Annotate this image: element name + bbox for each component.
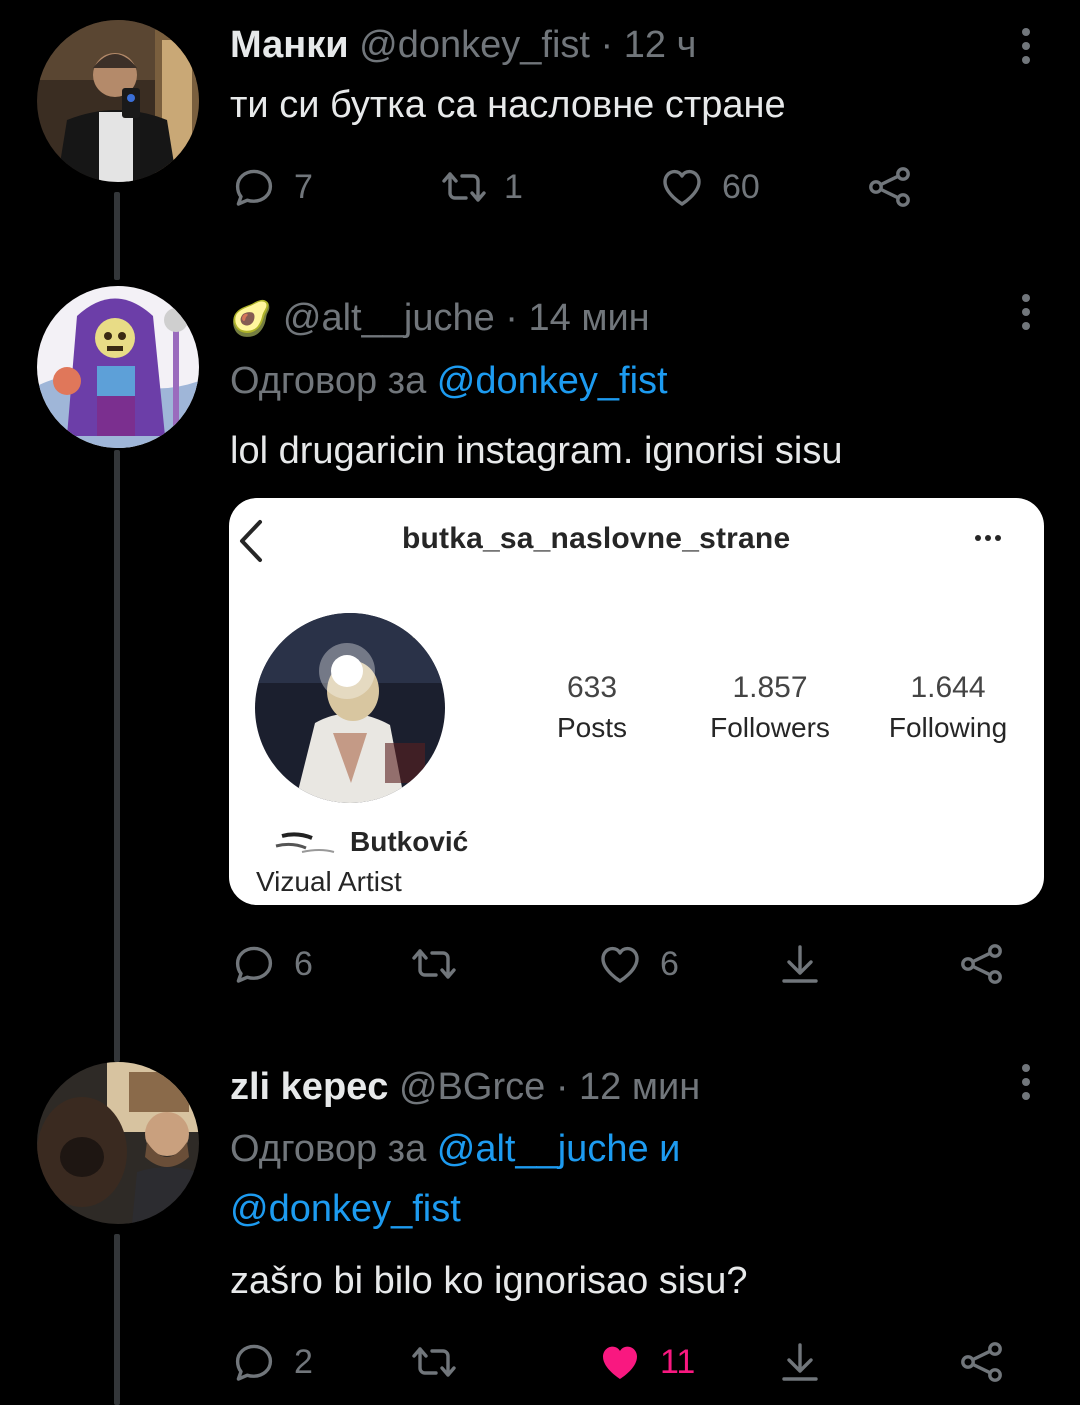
action-bar: 7 1 60 [230, 163, 1030, 215]
thread-line [114, 1234, 120, 1405]
like-icon [596, 940, 644, 988]
reply-count: 7 [294, 167, 313, 206]
share-icon [866, 163, 914, 211]
reply-count: 2 [294, 1342, 313, 1381]
bookmark-button[interactable] [776, 940, 824, 988]
avatar[interactable] [37, 1062, 199, 1224]
more-icon[interactable] [1020, 294, 1032, 330]
bookmark-icon [776, 1338, 824, 1386]
reply-context: Одговор за @donkey_fist [230, 358, 668, 404]
ig-following-stat: 1.644 Following [868, 668, 1028, 748]
ig-followers-value: 1.857 [732, 671, 808, 704]
mention-link[interactable]: @donkey_fist [437, 360, 668, 402]
mention-link[interactable]: @donkey_fist [230, 1188, 461, 1230]
reply-prefix: Одговор за [230, 1128, 427, 1170]
more-icon[interactable] [1020, 1064, 1032, 1100]
like-icon [658, 163, 706, 211]
reply-button[interactable]: 2 [230, 1338, 313, 1386]
reply-context: Одговор за @alt__juche и [230, 1126, 680, 1172]
ig-posts-stat: 633 Posts [540, 668, 644, 748]
ig-username: butka_sa_naslovne_strane [402, 522, 791, 555]
handle[interactable]: @donkey_fist [359, 24, 590, 66]
reply-prefix: Одговор за [230, 360, 427, 402]
handle[interactable]: @BGrce [399, 1066, 545, 1108]
reply-button[interactable]: 7 [230, 163, 313, 211]
avocado-emoji: 🥑 [230, 300, 273, 338]
thread-line [114, 450, 120, 1062]
ig-profile-photo [255, 613, 445, 803]
action-bar: 6 6 [230, 940, 1030, 992]
ig-display-name: Butković [350, 826, 469, 857]
tweet-header: 🥑 @alt__juche · 14 мин [230, 295, 650, 342]
reply-icon [230, 163, 278, 211]
share-icon [958, 940, 1006, 988]
like-button[interactable]: 11 [596, 1338, 695, 1386]
reply-context-cont: @donkey_fist [230, 1186, 461, 1232]
like-count: 6 [660, 944, 679, 983]
timestamp[interactable]: · 14 мин [505, 297, 649, 339]
tweet-text: lol drugaricin instagram. ignorisi sisu [230, 430, 843, 472]
more-icon[interactable] [1020, 28, 1032, 64]
like-icon [596, 1338, 644, 1386]
ig-following-value: 1.644 [910, 671, 986, 704]
retweet-button[interactable]: 1 [440, 163, 523, 211]
share-button[interactable] [866, 163, 914, 211]
retweet-icon [410, 940, 458, 988]
thread-line [114, 192, 120, 280]
retweet-count: 1 [504, 167, 523, 206]
share-button[interactable] [958, 940, 1006, 988]
tweet-text: ти си бутка са насловне стране [230, 84, 786, 126]
reply-icon [230, 940, 278, 988]
timestamp[interactable]: · 12 ч [601, 24, 697, 66]
ig-followers-label: Followers [710, 712, 830, 743]
ig-bio: Vizual Artist [256, 866, 402, 897]
retweet-icon [440, 163, 488, 211]
display-name[interactable]: Манки [230, 24, 349, 66]
share-icon [958, 1338, 1006, 1386]
more-icon [975, 535, 1001, 541]
retweet-icon [410, 1338, 458, 1386]
handle[interactable]: @alt__juche [283, 297, 495, 339]
reply-icon [230, 1338, 278, 1386]
tweet-header: zli kepec @BGrce · 12 мин [230, 1064, 700, 1110]
timestamp[interactable]: · 12 мин [556, 1066, 700, 1108]
back-icon [240, 520, 262, 562]
display-name[interactable]: zli kepec [230, 1066, 388, 1108]
redaction-scribble [275, 832, 335, 853]
action-bar: 2 11 [230, 1338, 1030, 1390]
ig-followers-stat: 1.857 Followers [690, 668, 850, 748]
reply-button[interactable]: 6 [230, 940, 313, 988]
reply-joiner: и [659, 1128, 681, 1170]
share-button[interactable] [958, 1338, 1006, 1386]
retweet-button[interactable] [410, 940, 458, 988]
avatar[interactable] [37, 286, 199, 448]
like-count: 60 [722, 167, 760, 206]
ig-posts-value: 633 [566, 671, 618, 704]
bookmark-icon [776, 940, 824, 988]
retweet-button[interactable] [410, 1338, 458, 1386]
reply-count: 6 [294, 944, 313, 983]
like-button[interactable]: 60 [658, 163, 760, 211]
avatar[interactable] [37, 20, 199, 182]
like-count: 11 [660, 1342, 696, 1381]
like-button[interactable]: 6 [596, 940, 679, 988]
ig-posts-label: Posts [556, 712, 628, 743]
ig-following-label: Following [888, 712, 1008, 743]
tweet-text: zašro bi bilo ko ignorisao sisu? [230, 1260, 748, 1302]
tweet-header: Манки @donkey_fist · 12 ч [230, 22, 696, 68]
bookmark-button[interactable] [776, 1338, 824, 1386]
mention-link[interactable]: @alt__juche [437, 1128, 649, 1170]
